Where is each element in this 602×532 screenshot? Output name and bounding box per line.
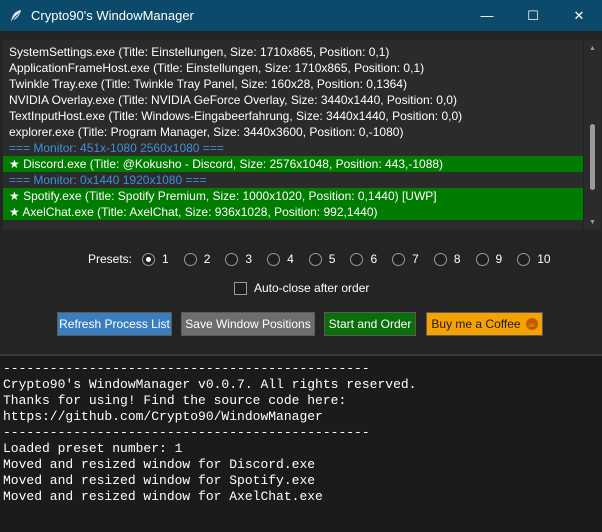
autoclose-option[interactable]: Auto-close after order bbox=[234, 281, 369, 295]
log-line: ----------------------------------------… bbox=[3, 425, 370, 440]
radio-icon[interactable] bbox=[392, 252, 406, 266]
preset-radio-10[interactable]: 10 bbox=[517, 252, 551, 266]
coffee-icon: ☕ bbox=[525, 318, 538, 330]
log-line: ----------------------------------------… bbox=[3, 361, 370, 376]
preset-radio-1[interactable]: 1 bbox=[142, 252, 169, 266]
start-and-order-button[interactable]: Start and Order bbox=[324, 312, 416, 336]
list-item[interactable]: ApplicationFrameHost.exe (Title: Einstel… bbox=[3, 60, 583, 76]
monitor-header[interactable]: === Monitor: 0x1440 1920x1080 === bbox=[3, 172, 583, 188]
preset-radio-9[interactable]: 9 bbox=[475, 252, 502, 266]
preset-radio-3[interactable]: 3 bbox=[225, 252, 252, 266]
list-item[interactable]: explorer.exe (Title: Program Manager, Si… bbox=[3, 124, 583, 140]
process-list-scrollbar[interactable]: ▲ ▼ bbox=[584, 40, 601, 230]
list-item[interactable]: NVIDIA Overlay.exe (Title: NVIDIA GeForc… bbox=[3, 92, 583, 108]
save-window-positions-button[interactable]: Save Window Positions bbox=[181, 312, 315, 336]
radio-icon[interactable] bbox=[308, 252, 322, 266]
console-log: ----------------------------------------… bbox=[0, 354, 602, 532]
list-item[interactable]: TextInputHost.exe (Title: Windows-Eingab… bbox=[3, 108, 583, 124]
window-title: Crypto90's WindowManager bbox=[31, 8, 194, 23]
feather-icon bbox=[8, 8, 24, 24]
preset-radio-5[interactable]: 5 bbox=[308, 252, 335, 266]
log-line: Moved and resized window for Spotify.exe bbox=[3, 473, 316, 488]
preset-radio-7[interactable]: 7 bbox=[392, 252, 419, 266]
preset-radio-8[interactable]: 8 bbox=[433, 252, 461, 266]
radio-icon[interactable] bbox=[267, 252, 281, 266]
log-line: https://github.com/Crypto90/WindowManage… bbox=[3, 409, 323, 424]
preset-radio-4[interactable]: 4 bbox=[267, 252, 294, 266]
log-line: Thanks for using! Find the source code h… bbox=[3, 393, 347, 408]
preset-radio-2[interactable]: 2 bbox=[183, 252, 210, 266]
radio-icon[interactable] bbox=[183, 252, 197, 266]
radio-icon[interactable] bbox=[517, 252, 531, 266]
autoclose-label: Auto-close after order bbox=[254, 281, 370, 295]
radio-icon[interactable] bbox=[433, 252, 447, 266]
radio-icon[interactable] bbox=[350, 252, 364, 266]
radio-icon[interactable] bbox=[142, 252, 156, 266]
autoclose-checkbox[interactable] bbox=[234, 281, 247, 295]
close-button[interactable]: ✕ bbox=[556, 0, 602, 31]
title-bar[interactable]: Crypto90's WindowManager — ☐ ✕ bbox=[0, 0, 602, 31]
list-item-selected[interactable]: ★ AxelChat.exe (Title: AxelChat, Size: 9… bbox=[3, 204, 583, 220]
log-line: Moved and resized window for Discord.exe bbox=[3, 457, 316, 472]
radio-icon[interactable] bbox=[225, 252, 239, 266]
scroll-up-icon[interactable]: ▲ bbox=[584, 42, 601, 54]
list-item[interactable]: SystemSettings.exe (Title: Einstellungen… bbox=[3, 44, 583, 60]
process-list[interactable]: SystemSettings.exe (Title: Einstellungen… bbox=[3, 40, 583, 230]
presets-group: Presets: 1 2 3 4 5 6 7 8 9 10 bbox=[88, 250, 566, 268]
app-window: Crypto90's WindowManager — ☐ ✕ SystemSet… bbox=[0, 0, 602, 532]
list-item[interactable]: Twinkle Tray.exe (Title: Twinkle Tray Pa… bbox=[3, 76, 583, 92]
log-line: Loaded preset number: 1 bbox=[3, 441, 183, 456]
monitor-header[interactable]: === Monitor: 451x-1080 2560x1080 === bbox=[3, 140, 583, 156]
coffee-button-label: Buy me a Coffee bbox=[431, 317, 521, 331]
scroll-thumb[interactable] bbox=[590, 124, 595, 190]
radio-icon[interactable] bbox=[475, 252, 489, 266]
log-line: Moved and resized window for AxelChat.ex… bbox=[3, 489, 323, 504]
window-controls: — ☐ ✕ bbox=[464, 0, 602, 31]
minimize-button[interactable]: — bbox=[464, 0, 510, 31]
scroll-down-icon[interactable]: ▼ bbox=[584, 216, 601, 228]
refresh-process-list-button[interactable]: Refresh Process List bbox=[57, 312, 172, 336]
log-line: Crypto90's WindowManager v0.0.7. All rig… bbox=[3, 377, 417, 392]
list-item-selected[interactable]: ★ Discord.exe (Title: @Kokusho - Discord… bbox=[3, 156, 583, 172]
list-item-selected[interactable]: ★ Spotify.exe (Title: Spotify Premium, S… bbox=[3, 188, 583, 204]
buy-me-a-coffee-button[interactable]: Buy me a Coffee ☕ bbox=[426, 312, 543, 336]
presets-label: Presets: bbox=[88, 252, 133, 266]
preset-radio-6[interactable]: 6 bbox=[350, 252, 377, 266]
maximize-button[interactable]: ☐ bbox=[510, 0, 556, 31]
